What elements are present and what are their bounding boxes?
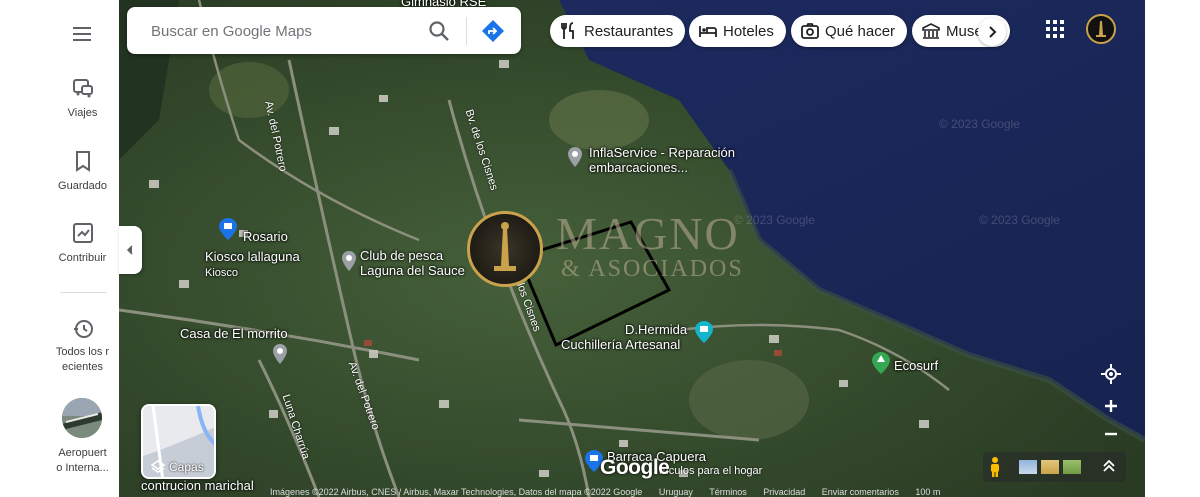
poi-name: Casa de El morrito [180,326,288,341]
shop-pin-icon[interactable] [695,321,713,348]
chevron-left-icon [126,245,133,255]
poi-name-line2: Cuchillería Artesanal [561,337,681,352]
maps-page: { "search": { "placeholder": "Buscar en … [0,0,1200,497]
map-canvas[interactable]: © 2023 Google © 2023 Google © 2023 Googl… [119,0,1145,497]
rail-item-label: Aeropuert [58,447,107,459]
apps-grid-icon[interactable] [1043,17,1067,41]
map-watermark: © 2023 Google [734,213,815,227]
poi-category: rtículos para el hogar [659,465,763,477]
info-pin-icon[interactable] [219,218,237,245]
right-margin [1145,0,1200,497]
zoom-out-button[interactable] [1097,421,1125,447]
rail-item-contribute[interactable]: Contribuir [46,221,119,266]
poi-rosario[interactable]: Rosario [243,229,288,244]
feedback-link[interactable]: Enviar comentarios [822,487,899,497]
rail-item-label: Viajes [67,107,98,119]
bookmark-icon [71,149,95,173]
poi-category: Kiosco [205,267,239,279]
map-pin-icon[interactable] [272,344,288,369]
rail-item-saved[interactable]: Guardado [46,149,119,194]
street-view-bar [983,452,1126,482]
my-location-button[interactable] [1097,360,1125,388]
camera-icon [801,23,819,39]
fork-knife-icon [561,22,574,39]
poi-kiosco-lallaguna[interactable]: Kiosco lallaguna Kiosco [205,249,300,281]
poi-name: Ecosurf [894,358,939,373]
map-watermark: © 2023 Google [939,117,1020,131]
brand-subtitle: & ASOCIADOS [561,256,744,282]
poi-name-line2: embarcaciones... [589,160,688,175]
expand-up-icon[interactable] [1101,458,1117,479]
zoom-in-button[interactable] [1097,393,1125,419]
account-avatar[interactable] [1086,14,1116,44]
chip-hotels[interactable]: Hoteles [689,15,786,47]
history-icon [71,317,95,341]
chip-things-to-do[interactable]: Qué hacer [791,15,908,47]
left-rail: Viajes Guardado Contribuir Todos los r e… [46,0,119,497]
poi-dhermida[interactable]: D.Hermida Cuchillería Artesanal [561,322,688,352]
pegman-icon[interactable] [987,456,1003,483]
terms-link[interactable]: Términos [709,487,747,497]
museum-icon [922,23,940,39]
poi-name: Club de pesca [360,248,444,263]
chip-label: Restaurantes [584,22,674,40]
recent-place-thumbnail[interactable] [62,398,102,438]
rail-item-label: Guardado [58,180,107,192]
poi-name: contrucion marichal [141,478,254,493]
layers-button[interactable]: Capas [141,404,216,479]
search-icon[interactable] [426,18,452,44]
menu-icon[interactable] [70,22,94,46]
poi-name: InflaService - Reparación [589,145,735,160]
contribute-icon [71,221,95,245]
commute-icon [71,76,95,100]
rail-item-recents[interactable]: Todos los r ecientes [46,317,119,375]
poi-casa-el-morrito[interactable]: Casa de El morrito [180,326,288,341]
directions-icon[interactable] [480,18,506,44]
park-pin-icon[interactable] [872,352,890,379]
map-pin-icon[interactable] [567,147,583,172]
attribution: Imágenes ©2022 Airbus, CNES / Airbus, Ma… [270,487,643,497]
chevron-right-icon [989,26,997,38]
poi-club-de-pesca[interactable]: Club de pesca Laguna del Sauce [360,248,465,278]
imagery-thumb-icon[interactable] [1063,460,1081,474]
chip-label: Qué hacer [825,22,896,40]
poi-ecosurf[interactable]: Ecosurf [894,358,938,373]
collapse-panel-button[interactable] [119,226,142,274]
search-input[interactable] [151,20,421,42]
layers-icon [150,460,166,477]
layers-label: Capas [169,460,204,474]
scale-label[interactable]: 100 m [915,487,940,497]
imagery-thumb-icon[interactable] [1041,460,1059,474]
chip-label: Hoteles [723,22,774,40]
poi-name-line2: Laguna del Sauce [360,263,465,278]
rail-divider [60,292,106,293]
rail-item-label: Todos los r [55,346,110,358]
search-box [127,7,521,54]
map-pin-icon[interactable] [341,251,357,276]
poi-contrucion-marichal[interactable]: contrucion marichal [141,478,254,493]
rail-item-label-line2: o Interna... [56,462,109,474]
search-divider [466,17,467,45]
rail-item-trips[interactable]: Viajes [46,76,119,121]
brand-logo [467,211,543,287]
chip-restaurants[interactable]: Restaurantes [550,15,686,47]
brand-name: MAGNO [556,208,740,259]
imagery-thumb-icon[interactable] [1019,460,1037,474]
google-logo: Google [600,456,670,479]
map-footer: Imágenes ©2022 Airbus, CNES / Airbus, Ma… [270,487,1145,497]
poi-name: D.Hermida [625,322,688,337]
country-link[interactable]: Uruguay [659,487,693,497]
bed-icon [699,26,717,37]
rail-item-label-line2: ecientes [62,361,103,373]
poi-name: Kiosco lallaguna [205,249,300,264]
rail-item-label: Contribuir [58,252,107,264]
rail-item-recent-place[interactable]: Aeropuert o Interna... [46,446,119,476]
poi-inflaservice[interactable]: InflaService - Reparación embarcaciones.… [589,145,735,175]
poi-name: Rosario [243,229,288,244]
map-watermark: © 2023 Google [979,213,1060,227]
privacy-link[interactable]: Privacidad [763,487,805,497]
chips-next-button[interactable] [978,18,1006,46]
